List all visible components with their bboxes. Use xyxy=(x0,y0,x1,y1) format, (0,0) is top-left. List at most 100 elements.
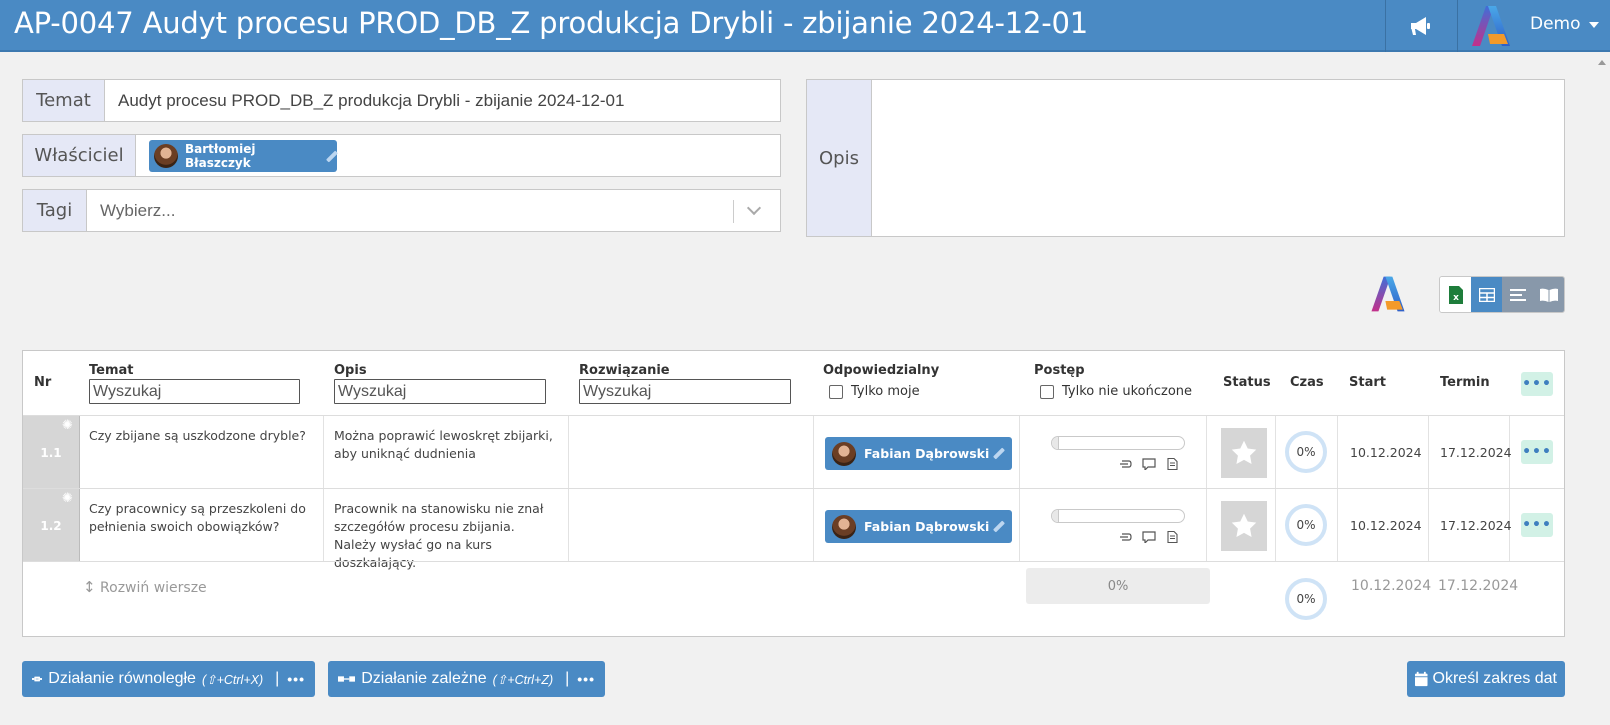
more-options-icon[interactable]: ••• xyxy=(287,671,305,687)
chevron-down-icon[interactable] xyxy=(1589,22,1599,28)
owner-label: Właściciel xyxy=(23,135,136,176)
progress-bar[interactable] xyxy=(1051,436,1185,450)
parallel-action-icon xyxy=(32,676,43,682)
header-progress[interactable]: Postęp xyxy=(1034,363,1085,378)
start-date[interactable]: 10.12.2024 xyxy=(1350,445,1422,460)
date-range-button[interactable]: Określ zakres dat xyxy=(1407,661,1565,697)
row-menu-button[interactable]: ••• xyxy=(1521,440,1553,464)
table-row: ✺ 1.2 Czy pracownicy są przeszkoleni do … xyxy=(23,489,1564,570)
row-mini-icons xyxy=(1119,458,1179,470)
page-title: AP-0047 Audyt procesu PROD_DB_Z produkcj… xyxy=(14,6,1088,40)
owner-name: Bartłomiej Błaszczyk xyxy=(185,142,256,170)
comment-icon[interactable] xyxy=(1142,531,1156,543)
avatar xyxy=(832,514,856,539)
row-number-cell[interactable]: ✺ 1.2 xyxy=(23,489,80,561)
row-topic[interactable]: Czy zbijane są uszkodzone dryble? xyxy=(89,427,314,445)
document-icon[interactable] xyxy=(1165,458,1179,470)
owner-chip[interactable]: Bartłomiej Błaszczyk xyxy=(149,140,337,172)
row-number-cell[interactable]: ✺ 1.1 xyxy=(23,416,80,488)
topic-field: Temat Audyt procesu PROD_DB_Z produkcja … xyxy=(22,79,781,122)
header-menu-button[interactable]: ••• xyxy=(1521,372,1553,396)
time-ring: 0% xyxy=(1285,504,1327,546)
header-separator xyxy=(1385,0,1386,52)
header-description[interactable]: Opis xyxy=(334,363,367,378)
header-topic[interactable]: Temat xyxy=(89,363,134,378)
megaphone-icon[interactable] xyxy=(1408,13,1434,39)
tags-separator xyxy=(733,200,734,223)
progress-bar[interactable] xyxy=(1051,509,1185,523)
responsible-name: Fabian Dąbrowski xyxy=(864,446,990,461)
more-options-icon[interactable]: ••• xyxy=(577,671,595,687)
parallel-action-button[interactable]: Działanie równoległe (⇧+Ctrl+X) | ••• xyxy=(22,661,315,697)
hand-pointer-icon[interactable] xyxy=(1119,458,1133,470)
topic-label: Temat xyxy=(23,80,105,121)
expand-rows-button[interactable]: ↕ Rozwiń wiersze xyxy=(83,578,207,596)
comment-icon[interactable] xyxy=(1142,458,1156,470)
topic-search-input[interactable]: Wyszukaj xyxy=(89,379,300,404)
solution-search-input[interactable]: Wyszukaj xyxy=(579,379,791,404)
status-star-button[interactable] xyxy=(1221,501,1267,551)
header-nr[interactable]: Nr xyxy=(34,375,51,390)
description-search-input[interactable]: Wyszukaj xyxy=(334,379,546,404)
only-mine-checkbox[interactable]: Tylko moje xyxy=(829,384,920,399)
svg-text:x: x xyxy=(1453,293,1459,303)
description-field: Opis xyxy=(806,79,1565,237)
header-status[interactable]: Status xyxy=(1223,375,1271,390)
summary-progress: 0% xyxy=(1026,568,1210,604)
chevron-down-icon[interactable] xyxy=(746,200,762,216)
row-topic[interactable]: Czy pracownicy są przeszkoleni do pełnie… xyxy=(89,500,314,536)
row-description[interactable]: Można poprawić lewoskręt zbijarki, aby u… xyxy=(334,427,554,463)
document-icon[interactable] xyxy=(1165,531,1179,543)
time-ring: 0% xyxy=(1285,431,1327,473)
tags-select[interactable]: Wybierz... xyxy=(100,190,175,231)
summary-start-date: 10.12.2024 xyxy=(1351,578,1432,594)
divider xyxy=(23,561,1564,562)
only-unfinished-checkbox[interactable]: Tylko nie ukończone xyxy=(1040,384,1192,399)
dependent-action-button[interactable]: Działanie zależne (⇧+Ctrl+Z) | ••• xyxy=(328,661,605,697)
pencil-icon[interactable] xyxy=(993,521,1004,532)
star-icon xyxy=(1231,513,1257,537)
excel-export-button[interactable]: x xyxy=(1440,277,1471,312)
header-responsible[interactable]: Odpowiedzialny xyxy=(823,363,939,378)
app-logo-small xyxy=(1371,276,1405,312)
owner-field: Właściciel Bartłomiej Błaszczyk xyxy=(22,134,781,177)
status-star-button[interactable] xyxy=(1221,428,1267,478)
header-separator xyxy=(1457,0,1458,52)
scroll-up-arrow[interactable] xyxy=(1598,60,1606,65)
grid-view-icon xyxy=(1478,287,1495,302)
date-range-label: Określ zakres dat xyxy=(1432,670,1557,687)
grid-view-button[interactable] xyxy=(1471,277,1502,312)
deadline-date[interactable]: 17.12.2024 xyxy=(1440,445,1512,460)
dependent-action-label: Działanie zależne xyxy=(361,670,487,687)
topic-input[interactable]: Audyt procesu PROD_DB_Z produkcja Drybli… xyxy=(118,80,624,121)
list-view-icon xyxy=(1509,288,1526,301)
tags-label: Tagi xyxy=(23,190,87,231)
row-menu-button[interactable]: ••• xyxy=(1521,513,1553,537)
star-icon xyxy=(1231,440,1257,464)
user-menu[interactable]: Demo xyxy=(1530,14,1581,34)
start-date[interactable]: 10.12.2024 xyxy=(1350,518,1422,533)
deadline-date[interactable]: 17.12.2024 xyxy=(1440,518,1512,533)
gear-icon[interactable]: ✺ xyxy=(62,418,73,433)
responsible-chip[interactable]: Fabian Dąbrowski xyxy=(825,437,1012,470)
header-solution[interactable]: Rozwiązanie xyxy=(579,363,670,378)
list-view-button[interactable] xyxy=(1502,277,1533,312)
responsible-chip[interactable]: Fabian Dąbrowski xyxy=(825,510,1012,543)
expand-vertical-icon: ↕ xyxy=(83,578,96,596)
app-header: AP-0047 Audyt procesu PROD_DB_Z produkcj… xyxy=(0,0,1610,52)
avatar xyxy=(832,441,856,466)
expand-rows-label: Rozwiń wiersze xyxy=(100,580,207,596)
hand-pointer-icon[interactable] xyxy=(1119,531,1133,543)
header-time[interactable]: Czas xyxy=(1290,375,1324,390)
checkbox[interactable] xyxy=(829,384,843,399)
checkbox[interactable] xyxy=(1040,384,1054,399)
pencil-icon[interactable] xyxy=(993,448,1004,459)
header-start[interactable]: Start xyxy=(1349,375,1386,390)
gear-icon[interactable]: ✺ xyxy=(62,491,73,506)
button-separator: | xyxy=(275,670,280,687)
pencil-icon[interactable] xyxy=(326,151,337,162)
summary-deadline-date: 17.12.2024 xyxy=(1438,578,1519,594)
row-number: 1.2 xyxy=(40,519,62,533)
header-deadline[interactable]: Termin xyxy=(1440,375,1490,390)
book-view-button[interactable] xyxy=(1533,277,1564,312)
